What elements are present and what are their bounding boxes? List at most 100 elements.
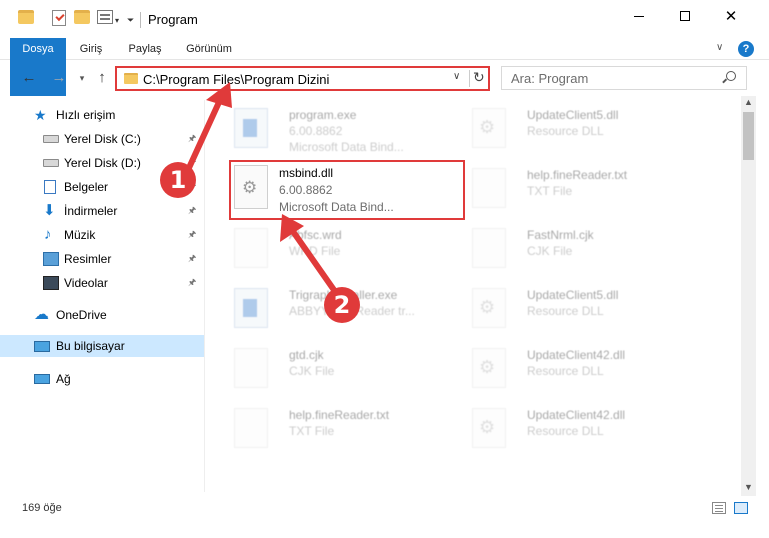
up-button[interactable]: ↑ xyxy=(92,68,112,88)
details-view-icon[interactable] xyxy=(712,502,726,514)
star-icon: ★ xyxy=(34,107,47,123)
highlighted-file-msbind[interactable]: msbind.dll 6.00.8862 Microsoft Data Bind… xyxy=(229,160,465,220)
document-icon xyxy=(234,228,268,268)
file-name: help.fineReader.txt xyxy=(289,408,390,422)
forward-button[interactable]: → xyxy=(49,68,69,88)
drive-icon xyxy=(43,159,59,167)
file-type: CJK File xyxy=(527,244,573,258)
dll-gear-icon xyxy=(234,165,268,209)
folder-icon xyxy=(18,10,34,24)
scroll-down-icon[interactable]: ▼ xyxy=(744,482,753,492)
file-item[interactable]: gtd.cjk CJK File xyxy=(222,340,452,398)
file-item[interactable]: UpdateClient5.dll Resource DLL xyxy=(460,280,690,338)
file-type: Resource DLL xyxy=(527,424,604,438)
sidebar-item-label: Hızlı erişim xyxy=(56,108,116,122)
file-version: 6.00.8862 xyxy=(279,183,333,197)
file-item[interactable]: help.fineReader.txt TXT File xyxy=(222,400,452,458)
installer-icon xyxy=(234,288,268,328)
expand-ribbon-icon[interactable]: ∨ xyxy=(716,42,723,53)
file-type: Resource DLL xyxy=(527,304,604,318)
tiles-view-icon[interactable] xyxy=(734,502,748,514)
item-count: 169 öğe xyxy=(22,502,62,514)
document-icon xyxy=(234,408,268,448)
tab-share[interactable]: Paylaş xyxy=(124,38,166,60)
file-item[interactable]: help.fineReader.txt TXT File xyxy=(460,160,690,218)
sidebar-item-label: İndirmeler xyxy=(64,204,118,218)
refresh-icon[interactable]: ↻ xyxy=(473,69,485,86)
pin-icon[interactable]: 🖈 xyxy=(188,275,196,291)
tab-view[interactable]: Görünüm xyxy=(178,38,240,60)
address-dropdown-icon[interactable]: ∨ xyxy=(453,71,460,82)
drive-icon xyxy=(43,135,59,143)
file-item[interactable]: UpdateClient5.dll Resource DLL xyxy=(460,100,690,158)
tab-home[interactable]: Giriş xyxy=(70,38,112,60)
search-input[interactable]: Ara: Program xyxy=(501,66,747,90)
scrollbar-thumb[interactable] xyxy=(743,112,754,160)
file-item[interactable]: UpdateClient42.dll Resource DLL xyxy=(460,400,690,458)
pane-divider[interactable] xyxy=(204,100,205,492)
download-icon: ⬇ xyxy=(43,202,56,219)
minimize-button[interactable] xyxy=(616,0,662,32)
new-folder-icon[interactable] xyxy=(74,10,90,24)
window-title: Program xyxy=(148,12,198,27)
file-name: Abfsc.wrd xyxy=(289,228,342,242)
close-button[interactable]: ✕ xyxy=(708,0,754,32)
file-item[interactable]: FastNrml.cjk CJK File xyxy=(460,220,690,278)
application-icon xyxy=(234,108,268,148)
chevron-down-icon[interactable]: ▾ xyxy=(115,10,119,30)
separator xyxy=(469,70,470,87)
sidebar-item-label: Videolar xyxy=(64,276,108,290)
sidebar-item-music[interactable]: ♪ Müzik 🖈 xyxy=(0,224,205,246)
sidebar-item-network[interactable]: Ağ xyxy=(0,368,205,390)
pin-icon[interactable]: 🖈 xyxy=(188,227,196,243)
sidebar-item-label: Belgeler xyxy=(64,180,109,194)
sidebar-item-drive-c[interactable]: Yerel Disk (C:) 🖈 xyxy=(0,128,205,150)
title-bar: ▾ ⏷ Program ✕ xyxy=(0,0,769,38)
file-type: Resource DLL xyxy=(527,124,604,138)
file-item[interactable]: program.exe 6.00.8862 Microsoft Data Bin… xyxy=(222,100,452,158)
customize-toolbar-icon[interactable]: ⏷ xyxy=(127,10,134,30)
pictures-icon xyxy=(43,252,59,266)
pin-icon[interactable]: 🖈 xyxy=(188,203,196,219)
maximize-button[interactable] xyxy=(662,0,708,32)
file-name: UpdateClient5.dll xyxy=(527,288,619,302)
file-list: program.exe 6.00.8862 Microsoft Data Bin… xyxy=(210,96,740,492)
sidebar-item-label: Bu bilgisayar xyxy=(56,339,125,353)
address-path[interactable]: C:\Program Files\Program Dizini xyxy=(143,72,329,87)
file-item[interactable]: UpdateClient42.dll Resource DLL xyxy=(460,340,690,398)
status-bar: 169 öğe xyxy=(0,496,769,518)
dll-gear-icon xyxy=(472,408,506,448)
view-options-icon[interactable] xyxy=(97,10,113,24)
sidebar-item-pictures[interactable]: Resimler 🖈 xyxy=(0,248,205,270)
sidebar-item-label: Resimler xyxy=(64,252,112,266)
search-icon[interactable] xyxy=(726,71,736,81)
sidebar-item-downloads[interactable]: ⬇ İndirmeler 🖈 xyxy=(0,200,205,222)
sidebar-item-videos[interactable]: Videolar 🖈 xyxy=(0,272,205,294)
properties-check-icon[interactable] xyxy=(52,10,66,26)
sidebar-item-label: OneDrive xyxy=(56,308,107,322)
pin-icon[interactable]: 🖈 xyxy=(188,251,196,267)
step-badge-2: 2 xyxy=(324,287,360,323)
documents-icon xyxy=(44,180,56,194)
file-description: Microsoft Data Bind... xyxy=(289,140,404,154)
sidebar-item-onedrive[interactable]: ☁ OneDrive xyxy=(0,304,205,326)
file-item[interactable]: Abfsc.wrd WRD File xyxy=(222,220,452,278)
vertical-scrollbar[interactable]: ▲ ▼ xyxy=(741,96,756,496)
sidebar-item-this-pc[interactable]: Bu bilgisayar xyxy=(0,335,205,357)
sidebar-item-quick-access[interactable]: ★ Hızlı erişim xyxy=(0,104,205,126)
scroll-up-icon[interactable]: ▲ xyxy=(744,97,753,107)
maximize-icon xyxy=(680,11,690,21)
pin-icon[interactable]: 🖈 xyxy=(188,131,196,147)
computer-icon xyxy=(34,340,50,352)
help-icon[interactable]: ? xyxy=(738,41,754,57)
sidebar-item-label: Ağ xyxy=(56,372,71,386)
dll-gear-icon xyxy=(472,108,506,148)
file-type: TXT File xyxy=(527,184,573,198)
file-type: WRD File xyxy=(289,244,341,258)
file-type: Resource DLL xyxy=(527,364,604,378)
back-button[interactable]: ← xyxy=(19,68,39,88)
file-type: TXT File xyxy=(289,424,335,438)
cloud-icon: ☁ xyxy=(34,306,49,323)
address-bar[interactable]: C:\Program Files\Program Dizini ∨ ↻ xyxy=(115,66,490,91)
recent-locations-button[interactable]: ▾ xyxy=(72,68,92,88)
